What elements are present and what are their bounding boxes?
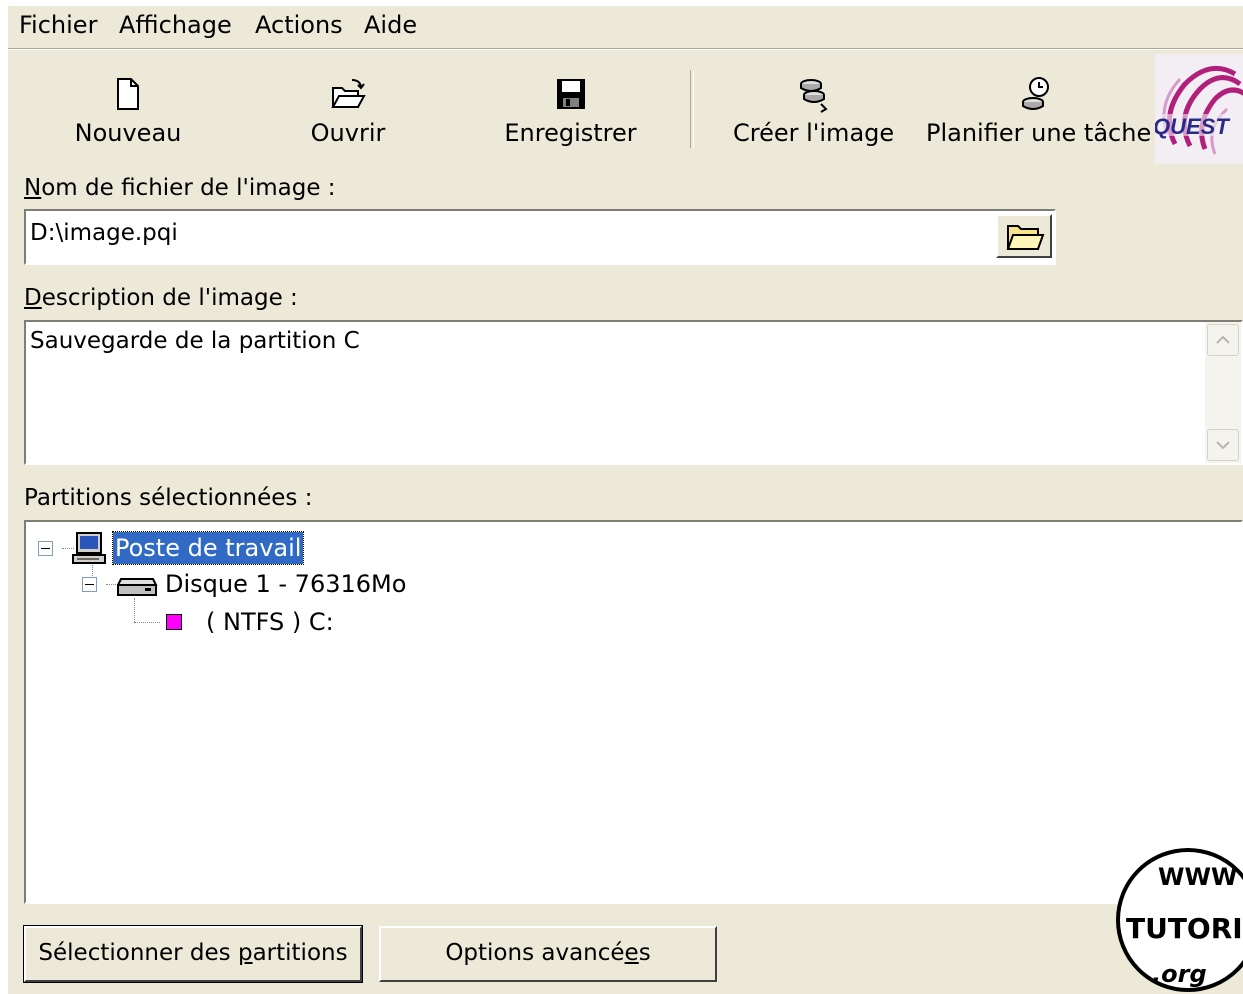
schedule-task-button-label: Planifier une tâche bbox=[926, 119, 1152, 147]
image-description-label-accesskey: D bbox=[24, 285, 42, 311]
partition-color-marker bbox=[166, 614, 182, 630]
image-description-label-text: escription de l'image : bbox=[41, 285, 298, 311]
menu-bar: Fichier Affichage Actions Aide bbox=[8, 6, 1243, 49]
new-button[interactable]: Nouveau bbox=[58, 68, 198, 158]
menu-fichier[interactable]: Fichier bbox=[16, 10, 100, 40]
open-button-label: Ouvrir bbox=[310, 119, 386, 147]
logo-text: QUEST bbox=[1155, 114, 1230, 139]
open-folder-icon bbox=[331, 79, 366, 108]
save-button[interactable]: Enregistrer bbox=[498, 68, 643, 158]
image-filename-input[interactable] bbox=[30, 215, 980, 251]
image-description-field bbox=[24, 320, 1243, 465]
tree-node-workstation-label: Poste de travail bbox=[111, 531, 305, 565]
new-document-icon bbox=[117, 78, 139, 110]
select-partitions-text-a: Sélectionner des bbox=[38, 940, 238, 966]
disk-stack-icon bbox=[800, 79, 828, 113]
browse-button[interactable] bbox=[996, 214, 1052, 258]
image-filename-label: Nom de fichier de l'image : bbox=[24, 173, 336, 203]
app-window: Fichier Affichage Actions Aide Nouveau O… bbox=[8, 6, 1243, 994]
advanced-options-accesskey: e bbox=[624, 940, 639, 966]
partition-tree: Poste de travail Disque 1 - 76316Mo ( NT… bbox=[24, 520, 1243, 904]
collapse-toggle[interactable] bbox=[82, 576, 97, 592]
new-button-label: Nouveau bbox=[74, 119, 182, 147]
watermark-middle: TUTORIEL bbox=[1126, 912, 1243, 945]
chevron-up-icon bbox=[1216, 335, 1230, 344]
floppy-disk-icon bbox=[556, 79, 585, 109]
watermark-top: WWW bbox=[1158, 863, 1237, 891]
select-partitions-text-b: artitions bbox=[252, 940, 348, 966]
save-button-label: Enregistrer bbox=[504, 119, 637, 147]
image-description-textarea[interactable] bbox=[30, 326, 1190, 454]
schedule-task-button[interactable]: Planifier une tâche bbox=[926, 68, 1152, 158]
scroll-up-button[interactable] bbox=[1207, 324, 1239, 356]
menu-divider bbox=[8, 49, 1243, 50]
quest-logo-icon: QUEST bbox=[1155, 54, 1243, 164]
description-scrollbar[interactable] bbox=[1205, 322, 1241, 463]
tree-node-disk[interactable]: Disque 1 - 76316Mo bbox=[82, 566, 408, 602]
select-partitions-accesskey: p bbox=[237, 940, 253, 966]
watermark-bottom: .org bbox=[1152, 960, 1207, 988]
menu-affichage[interactable]: Affichage bbox=[116, 10, 235, 40]
tree-node-partition[interactable]: ( NTFS ) C: bbox=[166, 604, 336, 640]
toolbar-separator bbox=[690, 70, 694, 148]
create-image-button[interactable]: Créer l'image bbox=[733, 68, 895, 158]
watermark-stamp-icon: WWW TUTORIEL .org bbox=[1116, 848, 1243, 992]
computer-icon bbox=[72, 532, 106, 564]
advanced-options-button[interactable]: Options avancées bbox=[379, 926, 717, 982]
tree-node-disk-label: Disque 1 - 76316Mo bbox=[165, 570, 407, 598]
chevron-down-icon bbox=[1216, 441, 1230, 450]
tree-connector bbox=[134, 622, 160, 623]
menu-aide[interactable]: Aide bbox=[361, 10, 420, 40]
clock-disk-icon bbox=[1022, 77, 1049, 110]
image-filename-label-accesskey: N bbox=[24, 175, 42, 201]
image-filename-field bbox=[24, 209, 1056, 265]
image-filename-label-text: om de fichier de l'image : bbox=[41, 175, 336, 201]
hard-disk-icon bbox=[117, 578, 158, 596]
open-button[interactable]: Ouvrir bbox=[288, 68, 408, 158]
selected-partitions-label: Partitions sélectionnées : bbox=[24, 485, 313, 511]
create-image-button-label: Créer l'image bbox=[733, 119, 895, 147]
advanced-options-text-a: Options avancé bbox=[445, 940, 625, 966]
tree-node-partition-label: ( NTFS ) C: bbox=[206, 608, 334, 636]
tree-node-workstation[interactable]: Poste de travail bbox=[38, 530, 305, 566]
menu-actions[interactable]: Actions bbox=[252, 10, 346, 40]
collapse-toggle[interactable] bbox=[38, 540, 53, 556]
folder-icon bbox=[1006, 225, 1045, 250]
select-partitions-button[interactable]: Sélectionner des partitions bbox=[23, 925, 363, 983]
scroll-down-button[interactable] bbox=[1207, 429, 1239, 461]
image-description-label: Description de l'image : bbox=[24, 283, 298, 313]
advanced-options-text-b: s bbox=[638, 940, 651, 966]
